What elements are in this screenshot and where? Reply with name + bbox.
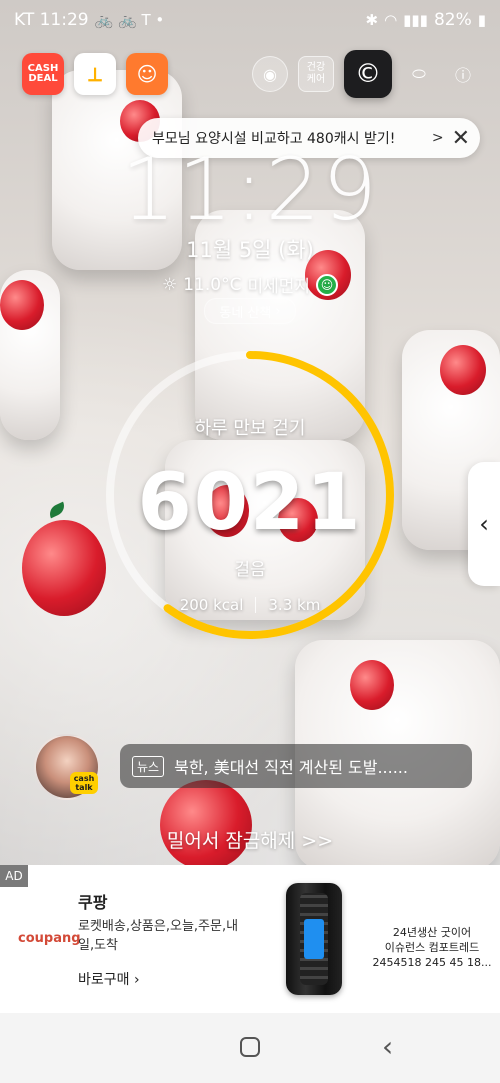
wallpaper-strawberry [440,345,486,395]
status-bar: KT 11:29 🚲 🚲 T • ✱ ◠ ▮▮▮ 82% ▮ [0,0,500,40]
steps-distance: 3.3 km [268,596,321,614]
pill-icon: ⬭ [412,64,426,83]
dust-status-icon: ☺ [316,273,339,296]
steps-count: 6021 [137,458,363,548]
steps-title: 하루 만보 걷기 [194,418,306,439]
ad-product-line1: 24년생산 굿이어 [392,926,472,939]
battery-percent: 82% [433,10,472,30]
info-icon: ⓘ [454,66,471,85]
ad-product-line3: 2454518 245 45 18... [372,956,492,969]
navigation-bar: ‹ [0,1013,500,1083]
tire-label [304,919,324,959]
dog-app-icon: ☺ [136,62,158,86]
ad-product-line2: 이슈런스 컴포트레드 [384,941,480,954]
health-care-button[interactable]: 건강 케어 [298,56,334,92]
weather-row: ☼ 11.0°C 미세먼지 ☺ [0,272,500,297]
yellow-app-icon: ⟂ [88,62,102,86]
pet-icon: ◉ [263,64,277,84]
lockscreen-time: 11:29 [121,140,379,240]
bluetooth-icon: ✱ [365,11,379,29]
info-icon-button[interactable]: ⓘ [446,57,480,91]
wallpaper-strawberry [350,660,394,710]
battery-icon: ▮ [477,11,486,29]
steps-kcal: 200 kcal [179,596,244,614]
back-button[interactable]: ‹ [382,1033,393,1061]
health-care-label: 건강 케어 [306,62,326,85]
divider [255,597,257,613]
wifi-icon: ◠ [384,11,398,29]
signal-icon: ▮▮▮ [403,11,428,29]
wallpaper-strawberry [160,780,252,870]
pet-icon-button[interactable]: ◉ [252,56,288,92]
tire-image [286,883,342,995]
walk-button[interactable]: 동네 산책 › [204,298,296,324]
yellow-app-button[interactable]: ⟂ [74,53,116,95]
pill-icon-button[interactable]: ⬭ [402,57,436,91]
app-shortcut-row: CASH DEAL ⟂ ☺ ◉ 건강 케어 © ⬭ ⓘ [22,50,480,98]
cash-deal-label: CASH DEAL [27,63,59,84]
temperature: 11.0°C [183,274,242,295]
status-right: ✱ ◠ ▮▮▮ 82% ▮ [366,10,487,30]
ad-description: 로켓배송,상품은,오늘,주문,내일,도착 [78,919,239,953]
coupang-logo: coupang [18,931,81,946]
ad-product-text: 24년생산 굿이어 이슈런스 컴포트레드 2454518 245 45 18..… [372,925,492,970]
cash-talk-badge: cash talk [70,772,98,794]
lockscreen-date: 11월 5일 (화) [186,238,314,262]
cash-deal-app-button[interactable]: CASH DEAL [22,53,64,95]
steps-meta: 200 kcal 3.3 km [0,596,500,614]
buy-now-button[interactable]: 바로구매 › [78,969,140,989]
carrier-time: KT 11:29 [14,10,89,30]
dog-app-button[interactable]: ☺ [126,53,168,95]
chevron-right-icon: › [133,972,140,988]
news-badge: 뉴스 [132,755,165,777]
cashslide-icon: © [355,59,381,89]
slide-to-unlock[interactable]: 밀어서 잠금해제 >> [0,826,500,853]
news-bar[interactable]: 뉴스 북한, 美대선 직전 계산된 도발...... [120,744,472,788]
buy-now-label: 바로구매 [78,972,130,988]
sun-icon: ☼ [161,274,178,295]
ad-banner[interactable]: AD coupang 쿠팡 로켓배송,상품은,오늘,주문,내일,도착 바로구매 … [0,865,500,1013]
ad-badge: AD [0,865,28,887]
steps-unit: 걸음 [234,560,266,580]
chevron-left-icon: ‹ [479,510,489,538]
home-button[interactable] [240,1037,260,1057]
chevron-right-icon: › [275,303,281,319]
cashslide-button[interactable]: © [344,50,392,98]
dust-label: 미세먼지 [247,277,311,297]
side-panel-tab[interactable]: ‹ [468,462,500,586]
status-left: KT 11:29 🚲 🚲 T • [14,10,164,30]
notification-icons: 🚲 🚲 T • [94,11,165,29]
ad-title: 쿠팡 [78,893,108,912]
news-headline: 북한, 美대선 직전 계산된 도발...... [174,758,408,777]
walk-label: 동네 산책 [219,305,272,321]
